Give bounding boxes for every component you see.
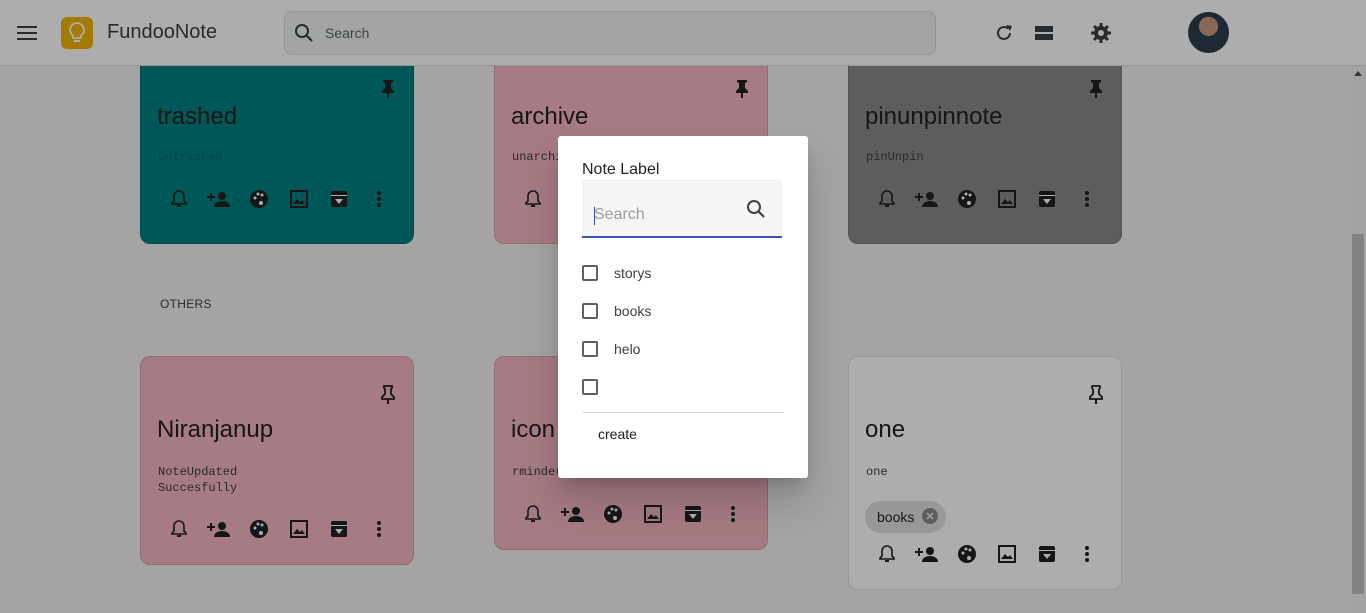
label-option-text: helo (614, 341, 641, 357)
label-option[interactable]: books (582, 301, 651, 321)
label-option-text: books (614, 303, 652, 319)
label-search-input[interactable] (594, 206, 744, 224)
note-label-dialog: Note Label storys books helo create (558, 136, 808, 478)
label-checkbox[interactable] (582, 265, 598, 281)
label-option[interactable]: storys (582, 263, 651, 283)
label-search-field[interactable] (582, 179, 782, 238)
search-icon[interactable] (746, 199, 766, 224)
label-option[interactable] (582, 377, 614, 397)
label-checkbox[interactable] (582, 341, 598, 357)
create-label-button[interactable]: create (598, 426, 637, 442)
label-option[interactable]: helo (582, 339, 640, 359)
dialog-title: Note Label (582, 161, 660, 178)
dialog-divider (582, 412, 784, 413)
label-checkbox[interactable] (582, 379, 598, 395)
label-checkbox[interactable] (582, 303, 598, 319)
label-option-text: storys (614, 265, 652, 281)
